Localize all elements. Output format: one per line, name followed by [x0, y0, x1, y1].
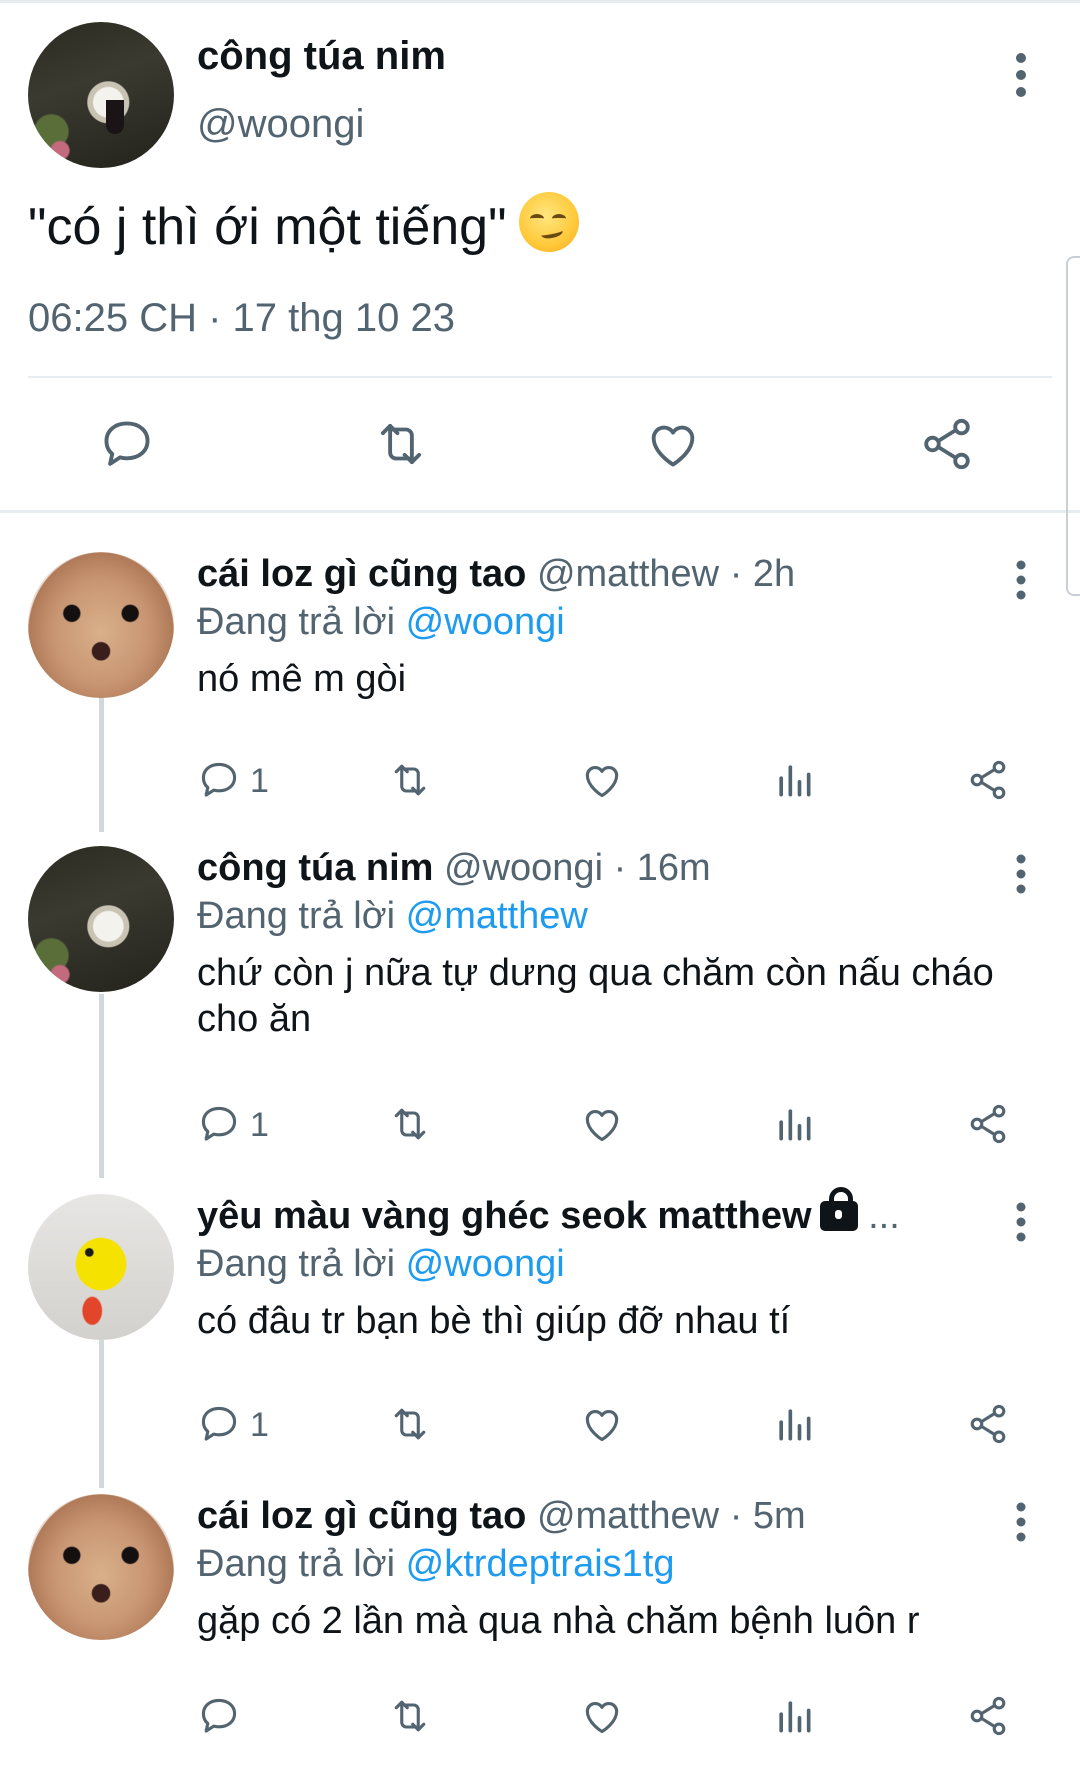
reply-count: 1 [250, 1106, 269, 1144]
reply-author-handle[interactable]: ... [868, 1195, 900, 1237]
reply-text: nó mê m gòi [197, 658, 407, 700]
replying-prefix: Đang trả lời [197, 601, 396, 643]
reply-avatar[interactable] [28, 1494, 174, 1640]
reply-count: 1 [250, 762, 269, 800]
reply-author-name[interactable]: công túa nim [197, 847, 433, 889]
more-options-icon[interactable] [1006, 1500, 1036, 1544]
share-icon[interactable] [918, 415, 976, 473]
author-name[interactable]: công túa nim [197, 34, 446, 79]
reply-author-handle[interactable]: @matthew [537, 553, 719, 595]
reply-text: chứ còn j nữa tự dưng qua chăm còn nấu c… [197, 952, 994, 1040]
reply-icon[interactable] [98, 415, 156, 473]
more-options-icon[interactable] [1006, 852, 1036, 896]
reply-header: công túa nim @woongi · 16m [197, 846, 711, 890]
more-options-icon[interactable] [1006, 1200, 1036, 1244]
reply-author-name[interactable]: yêu màu vàng ghéc seok matthew [197, 1195, 812, 1237]
lock-icon [819, 1187, 858, 1231]
retweet-icon[interactable] [388, 1402, 432, 1446]
share-icon[interactable] [966, 1694, 1010, 1738]
analytics-icon[interactable] [772, 1102, 816, 1146]
retweet-icon[interactable] [388, 1102, 432, 1146]
smirking-face-icon [518, 192, 579, 252]
author-avatar[interactable] [28, 22, 174, 168]
reply-time: · 2h [729, 553, 796, 595]
retweet-icon[interactable] [372, 415, 430, 473]
reply-avatar[interactable] [28, 1194, 174, 1340]
reply-icon[interactable] [197, 1102, 241, 1146]
like-icon[interactable] [580, 1102, 624, 1146]
reply-time: · 16m [613, 847, 711, 889]
like-icon[interactable] [580, 1694, 624, 1738]
like-icon[interactable] [580, 1402, 624, 1446]
reply-header: yêu màu vàng ghéc seok matthew ... [197, 1187, 900, 1238]
more-options-icon[interactable] [1006, 558, 1036, 602]
replying-prefix: Đang trả lời [197, 1543, 396, 1585]
retweet-icon[interactable] [388, 1694, 432, 1738]
replying-prefix: Đang trả lời [197, 895, 396, 937]
reply-author-name[interactable]: cái loz gì cũng tao [197, 553, 526, 595]
mention-link[interactable]: @woongi [406, 601, 565, 643]
analytics-icon[interactable] [772, 758, 816, 802]
reply-author-handle[interactable]: @woongi [444, 847, 603, 889]
retweet-icon[interactable] [388, 758, 432, 802]
share-icon[interactable] [966, 1102, 1010, 1146]
thread-line [99, 698, 104, 832]
share-icon[interactable] [966, 758, 1010, 802]
thread-line [99, 994, 104, 1178]
more-options-icon[interactable] [1006, 50, 1036, 100]
like-icon[interactable] [644, 415, 702, 473]
reply-author-name[interactable]: cái loz gì cũng tao [197, 1495, 526, 1537]
reply-header: cái loz gì cũng tao @matthew · 5m [197, 1494, 806, 1538]
author-handle[interactable]: @woongi [197, 102, 364, 147]
like-icon[interactable] [580, 758, 624, 802]
mention-link[interactable]: @ktrdeptrais1tg [406, 1543, 675, 1585]
reply-text: có đâu tr bạn bè thì giúp đỡ nhau tí [197, 1300, 791, 1342]
divider [28, 376, 1052, 378]
reply-time: · 5m [729, 1495, 806, 1537]
top-divider [0, 0, 1080, 3]
reply-icon[interactable] [197, 758, 241, 802]
mention-link[interactable]: @matthew [406, 895, 588, 937]
reply-avatar[interactable] [28, 552, 174, 698]
reply-icon[interactable] [197, 1402, 241, 1446]
scrollbar[interactable] [1066, 256, 1080, 596]
reply-avatar[interactable] [28, 846, 174, 992]
reply-text: gặp có 2 lần mà qua nhà chăm bệnh luôn r [197, 1600, 920, 1642]
reply-count: 1 [250, 1406, 269, 1444]
divider [0, 510, 1080, 513]
replying-prefix: Đang trả lời [197, 1243, 396, 1285]
reply-icon[interactable] [197, 1694, 241, 1738]
replying-to: Đang trả lời @woongi [197, 600, 565, 644]
reply-author-handle[interactable]: @matthew [537, 1495, 719, 1537]
tweet-timestamp: 06:25 CH · 17 thg 10 23 [28, 296, 455, 340]
share-icon[interactable] [966, 1402, 1010, 1446]
tweet-text-content: "có j thì ới một tiếng" [28, 198, 507, 256]
tweet-text: "có j thì ới một tiếng" [28, 192, 579, 257]
analytics-icon[interactable] [772, 1694, 816, 1738]
mention-link[interactable]: @woongi [406, 1243, 565, 1285]
reply-header: cái loz gì cũng tao @matthew · 2h [197, 552, 795, 596]
replying-to: Đang trả lời @ktrdeptrais1tg [197, 1542, 674, 1586]
thread-line [99, 1340, 104, 1488]
replying-to: Đang trả lời @woongi [197, 1242, 565, 1286]
analytics-icon[interactable] [772, 1402, 816, 1446]
replying-to: Đang trả lời @matthew [197, 894, 588, 938]
